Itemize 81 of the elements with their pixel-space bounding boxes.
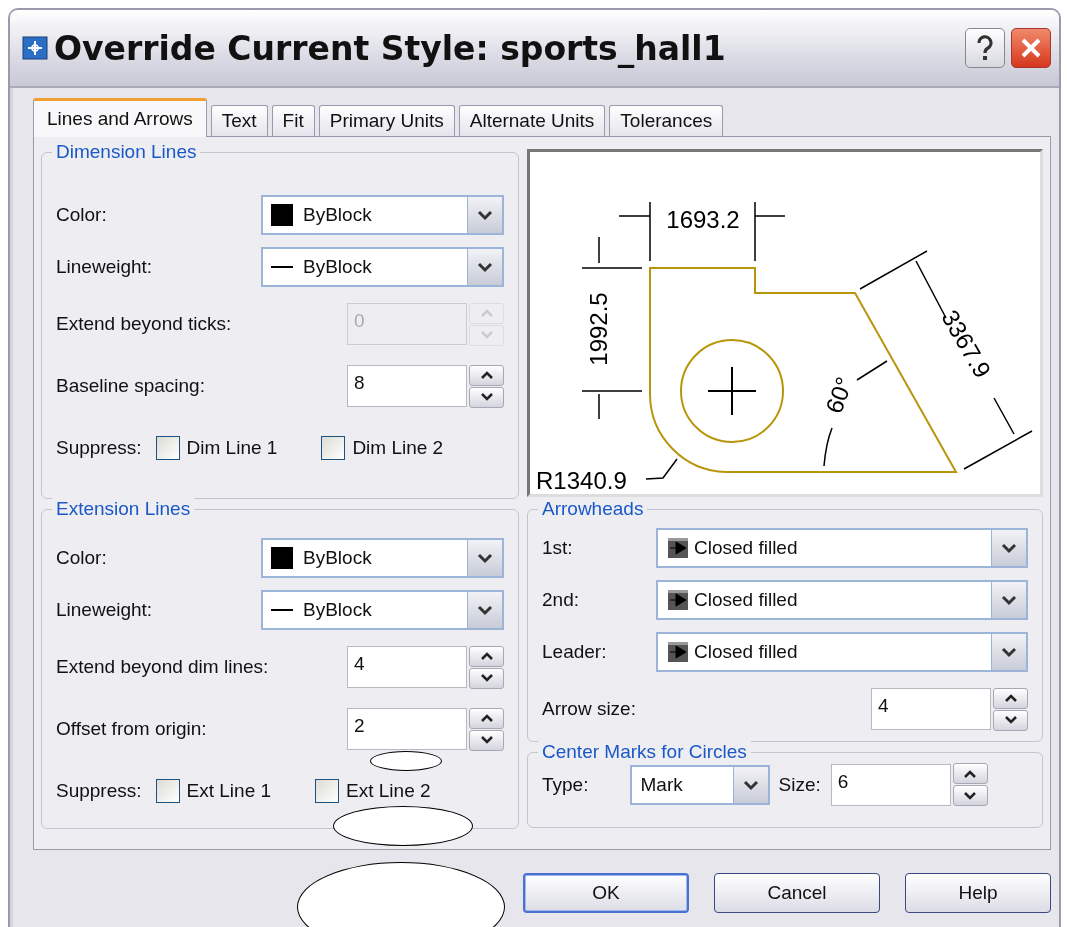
- checkbox[interactable]: Dim Line 1: [155, 436, 278, 460]
- spin-down-button[interactable]: [993, 709, 1028, 731]
- field-label: Suppress:: [56, 780, 142, 802]
- caret-down-icon: [1003, 716, 1018, 724]
- field-label: Suppress:: [56, 437, 142, 459]
- window-title: Override Current Style: sports_hall1: [54, 28, 727, 68]
- dropdown[interactable]: Closed filled: [656, 632, 1028, 672]
- app-icon: [22, 36, 48, 60]
- tab[interactable]: Tolerances: [609, 105, 724, 136]
- caret-up-icon: [1003, 694, 1018, 702]
- field-label: Baseline spacing:: [56, 375, 205, 397]
- checkbox[interactable]: Dim Line 2: [321, 436, 444, 460]
- dropdown[interactable]: Mark: [630, 764, 771, 805]
- spin-up-button[interactable]: [952, 763, 988, 784]
- field-label: Type:: [542, 773, 589, 796]
- checkbox-square[interactable]: [155, 779, 180, 803]
- field-label: Size:: [778, 773, 821, 796]
- color-swatch-icon: [271, 204, 293, 226]
- tab[interactable]: Alternate Units: [458, 105, 606, 136]
- checkbox-square[interactable]: [315, 779, 340, 803]
- dropdown[interactable]: ByBlock: [261, 247, 504, 287]
- spin-down-button[interactable]: [469, 667, 504, 689]
- checkbox[interactable]: Ext Line 2: [315, 779, 431, 803]
- dialog-button[interactable]: Help: [905, 873, 1051, 913]
- tab[interactable]: Primary Units: [318, 105, 455, 136]
- help-button[interactable]: [965, 28, 1005, 68]
- arrowhead-icon: [668, 590, 688, 610]
- number-field[interactable]: 2: [347, 708, 467, 750]
- caret-down-icon: [479, 674, 494, 682]
- dropdown[interactable]: ByBlock: [261, 590, 504, 630]
- tab[interactable]: Text: [210, 105, 268, 136]
- field-label: Lineweight:: [56, 256, 153, 278]
- field-label: 2nd:: [542, 589, 579, 611]
- field-label: Offset from origin:: [56, 718, 207, 740]
- field-label: Leader:: [542, 641, 607, 663]
- spin-down-button[interactable]: [469, 729, 504, 751]
- caret-down-icon: [479, 393, 494, 401]
- number-field[interactable]: 4: [347, 646, 467, 688]
- caret-up-icon: [479, 652, 494, 660]
- caret-up-icon: [963, 769, 978, 778]
- line-icon: [271, 609, 293, 611]
- field-label: Color:: [56, 547, 107, 569]
- dialog-button[interactable]: OK: [523, 873, 689, 913]
- field-label: 1st:: [542, 537, 573, 559]
- spin-up-button[interactable]: [469, 707, 504, 729]
- caret-down-icon: [963, 791, 978, 800]
- checkbox-square[interactable]: [321, 436, 346, 460]
- number-field[interactable]: 6: [830, 763, 951, 806]
- spin-down-button[interactable]: [469, 386, 504, 408]
- arrowhead-icon: [668, 642, 688, 662]
- field-label: Extend beyond ticks:: [56, 313, 232, 335]
- caret-up-icon: [479, 714, 494, 722]
- dropdown[interactable]: ByBlock: [261, 538, 504, 578]
- dropdown[interactable]: Closed filled: [656, 528, 1028, 568]
- caret-down-icon: [479, 331, 494, 339]
- spin-up-button[interactable]: [993, 687, 1028, 709]
- field-label: Lineweight:: [56, 599, 153, 621]
- caret-down-icon: [479, 736, 494, 744]
- dropdown[interactable]: ByBlock: [261, 195, 504, 235]
- close-icon: [1019, 36, 1043, 60]
- caret-up-icon: [479, 371, 494, 379]
- number-field[interactable]: 4: [871, 688, 991, 730]
- dialog-button[interactable]: Cancel: [714, 873, 880, 913]
- caret-up-icon: [479, 309, 494, 317]
- dropdown[interactable]: Closed filled: [656, 580, 1028, 620]
- field-label: Arrow size:: [542, 698, 636, 720]
- color-swatch-icon: [271, 547, 293, 569]
- checkbox-square[interactable]: [155, 436, 180, 460]
- field-label: Extend beyond dim lines:: [56, 656, 269, 678]
- arrowhead-icon: [668, 538, 688, 558]
- tab[interactable]: Lines and Arrows: [33, 98, 207, 137]
- spin-down-button[interactable]: [952, 785, 988, 806]
- question-mark-icon: [974, 34, 996, 62]
- number-field[interactable]: 8: [347, 365, 467, 407]
- checkbox[interactable]: Ext Line 1: [155, 779, 272, 803]
- spin-up-button[interactable]: [469, 645, 504, 667]
- line-icon: [271, 266, 293, 268]
- spin-up-button[interactable]: [469, 364, 504, 386]
- tab[interactable]: Fit: [271, 105, 315, 136]
- close-button[interactable]: [1011, 28, 1051, 68]
- field-label: Color:: [56, 204, 107, 226]
